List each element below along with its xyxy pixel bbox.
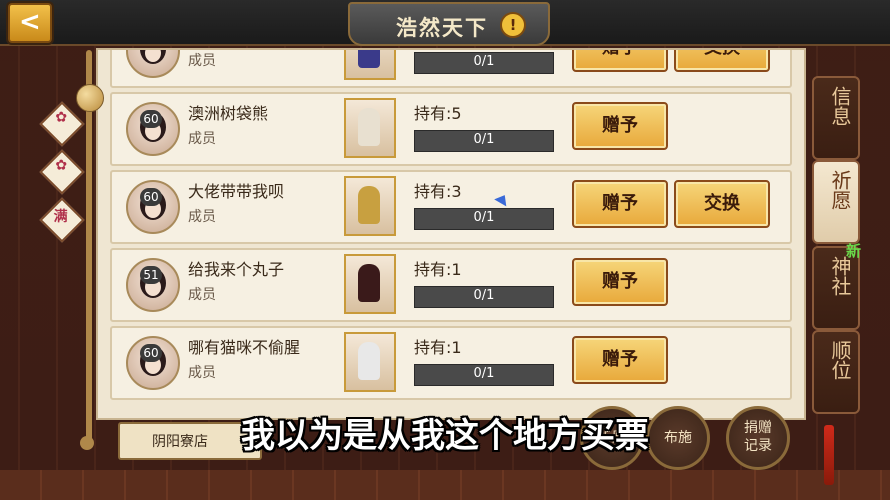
give-button[interactable]: 赠予 bbox=[572, 336, 668, 384]
tab-wish[interactable]: 祈愿 bbox=[812, 160, 860, 244]
scroll-handle[interactable] bbox=[76, 84, 104, 112]
warning-icon[interactable]: ! bbox=[500, 12, 526, 38]
list-item: 60 澳洲树袋熊 成员 持有:5 0/1 赠予 bbox=[110, 92, 792, 166]
member-name: 澳洲树袋熊 bbox=[188, 104, 269, 123]
page-title: 浩然天下 bbox=[396, 16, 488, 40]
give-button[interactable]: 赠予 bbox=[572, 180, 668, 228]
card-thumbnail[interactable] bbox=[344, 98, 396, 158]
level-badge: 60 bbox=[140, 110, 162, 128]
floor bbox=[0, 470, 890, 500]
back-arrow-icon: < bbox=[19, 7, 41, 37]
list-item: 60 大佬带带我呗 成员 持有:3 0/1 赠予 交换 bbox=[110, 170, 792, 244]
member-name: 哪有猫咪不偷腥 bbox=[188, 338, 301, 357]
level-badge: 51 bbox=[140, 266, 162, 284]
progress-bar: 0/1 bbox=[414, 208, 554, 230]
avatar[interactable]: 51 bbox=[126, 258, 180, 312]
progress-bar: 0/1 bbox=[414, 364, 554, 386]
member-role: 成员 bbox=[188, 287, 216, 303]
progress-bar: 0/1 bbox=[414, 130, 554, 152]
member-list-panel[interactable]: 成员 0/1 赠予 交换 60 澳洲树袋熊 成员 持有:5 0/1 赠予 60 … bbox=[96, 48, 806, 420]
owned-count: 持有:1 bbox=[414, 260, 462, 279]
trade-button[interactable]: 交换 bbox=[674, 180, 770, 228]
card-thumbnail[interactable] bbox=[344, 332, 396, 392]
level-badge: 60 bbox=[140, 188, 162, 206]
card-thumbnail[interactable] bbox=[344, 254, 396, 314]
trade-button[interactable]: 交换 bbox=[674, 50, 770, 72]
owned-count: 持有:3 bbox=[414, 182, 462, 201]
member-name: 给我来个丸子 bbox=[188, 260, 285, 279]
give-button[interactable]: 赠予 bbox=[572, 258, 668, 306]
top-bar: < 浩然天下 ! bbox=[0, 0, 890, 46]
list-item: 成员 0/1 赠予 交换 bbox=[110, 50, 792, 88]
back-button[interactable]: < bbox=[8, 3, 52, 43]
title-plate: 浩然天下 ! bbox=[348, 2, 550, 46]
member-role: 成员 bbox=[188, 53, 216, 69]
tab-info[interactable]: 信息 bbox=[812, 76, 860, 160]
list-item: 60 哪有猫咪不偷腥 成员 持有:1 0/1 赠予 bbox=[110, 326, 792, 400]
subtitle-caption: 我以为是从我这个地方买票 bbox=[241, 416, 649, 456]
level-badge: 60 bbox=[140, 344, 162, 362]
owned-count: 持有:1 bbox=[414, 338, 462, 357]
card-thumbnail[interactable] bbox=[344, 50, 396, 80]
progress-bar: 0/1 bbox=[414, 52, 554, 74]
card-thumbnail[interactable] bbox=[344, 176, 396, 236]
avatar[interactable] bbox=[126, 50, 180, 78]
avatar[interactable]: 60 bbox=[126, 180, 180, 234]
give-button[interactable]: 赠予 bbox=[572, 50, 668, 72]
avatar[interactable]: 60 bbox=[126, 102, 180, 156]
owned-count: 持有:5 bbox=[414, 104, 462, 123]
progress-bar: 0/1 bbox=[414, 286, 554, 308]
new-badge: 新 bbox=[846, 242, 862, 260]
avatar[interactable]: 60 bbox=[126, 336, 180, 390]
member-role: 成员 bbox=[188, 365, 216, 381]
give-button[interactable]: 赠予 bbox=[572, 102, 668, 150]
tab-ranking[interactable]: 顺位 bbox=[812, 330, 860, 414]
member-role: 成员 bbox=[188, 209, 216, 225]
member-role: 成员 bbox=[188, 131, 216, 147]
list-item: 51 给我来个丸子 成员 持有:1 0/1 赠予 bbox=[110, 248, 792, 322]
member-name: 大佬带带我呗 bbox=[188, 182, 285, 201]
